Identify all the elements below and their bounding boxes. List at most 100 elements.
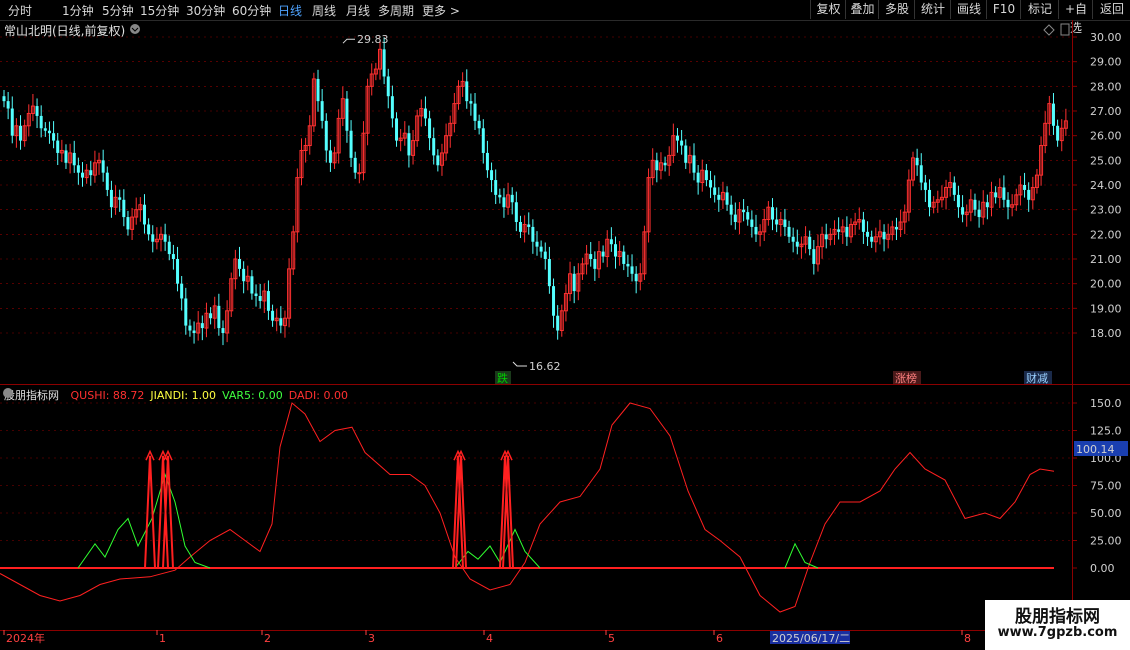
candle-body-down [266,291,270,311]
candle-body-down [428,118,432,139]
candle-body-down [432,138,436,156]
price-tick-label: 24.00 [1090,179,1122,192]
candle-body-down [510,194,514,203]
candle-body-down [221,328,225,333]
panel-icon [1060,23,1070,36]
watermark-line1: 股朋指标网 [1015,607,1100,627]
signal-label: 跌 [497,371,508,385]
candle-body-down [19,125,23,141]
candle-body-down [634,273,638,282]
candle-body-down [866,231,870,237]
candle-body-down [609,239,613,245]
candle-body-down [353,157,357,173]
candle-body-down [167,241,171,255]
qushi-line [0,402,1055,613]
candle-body-down [952,182,956,195]
candle-body-down [324,120,328,151]
candle-body-down [56,140,60,153]
indicator-tick-label: 50.00 [1090,507,1122,520]
price-tick-label: 26.00 [1090,130,1122,143]
candle-body-down [1027,189,1031,200]
candle-body-down [680,140,684,146]
candle-body-down [531,226,535,242]
candle-body-down [787,226,791,237]
price-tick-label: 20.00 [1090,278,1122,291]
date-label: 2 [264,632,271,645]
indicator-tick-label: 150.0 [1090,397,1122,410]
candle-body-down [436,155,440,166]
candle-body-down [742,209,746,213]
candle-body-down [192,330,196,333]
candle-body-down [47,130,51,134]
candle-body-down [81,172,85,178]
candle-body-down [163,234,167,242]
candle-body-down [775,219,779,225]
candle-body-down [209,313,213,319]
var5-line [454,528,541,569]
candle-body-down [655,160,659,171]
signal-label: 财减 [1026,371,1048,385]
candle-body-down [217,305,221,329]
candle-body-down [928,189,932,208]
candle-body-down [465,81,469,102]
candle-body-down [614,244,618,257]
candle-body-down [76,165,80,173]
candle-body-down [704,170,708,181]
candle-body-down [733,214,737,222]
diamond-icon [1043,24,1055,36]
candle-body-down [35,106,39,116]
candle-body-down [663,162,667,166]
candle-body-down [1051,103,1055,126]
candle-body-down [837,229,841,232]
candle-body-down [977,209,981,218]
candle-body-down [812,249,816,264]
price-tick-label: 18.00 [1090,327,1122,340]
candle-body-down [894,226,898,230]
date-label: 2024年 [6,631,45,645]
candle-body-down [502,197,506,208]
watermark: 股朋指标网 www.7gpzb.com [985,600,1130,650]
candle-body-down [279,318,283,326]
candle-body-down [271,310,275,321]
price-tick-label: 22.00 [1090,228,1122,241]
candle-body-up [357,172,362,175]
candle-body-down [754,226,758,235]
candle-body-down [808,236,812,250]
candle-body-down [824,234,828,240]
candle-body-down [845,226,849,237]
indicator-tick-label: 75.00 [1090,480,1122,493]
candle-body-down [180,283,184,299]
indicator-tick-label: 125.0 [1090,425,1122,438]
candle-body-down [485,152,489,171]
candle-body-down [750,219,754,227]
candle-body-down [473,103,477,121]
candle-body-down [593,259,597,269]
candle-body-down [126,217,130,230]
var5-line [77,472,211,569]
candle-body-down [184,298,188,326]
candle-body-down [142,204,146,225]
price-tick-label: 21.00 [1090,253,1122,266]
candle-body-down [39,115,43,129]
candle-body-down [200,323,204,329]
candle-body-down [518,222,522,232]
candle-body-down [630,266,634,274]
candle-body-down [601,251,605,257]
candle-body-down [151,234,155,242]
candle-body-down [675,135,679,141]
price-tick-label: 25.00 [1090,154,1122,167]
date-label: 6 [716,632,723,645]
low-marker [512,361,527,367]
candle-body-down [547,259,551,287]
candle-body-down [684,145,688,163]
candle-body-down [349,130,353,158]
candle-body-down [89,170,93,176]
candle-body-down [539,246,543,252]
current-value-label: 100.14 [1076,443,1115,456]
candle-body-down [10,108,14,136]
candle-body-down [1023,185,1027,190]
candle-body-down [258,296,262,301]
price-tick-label: 30.00 [1090,31,1122,44]
candle-body-down [498,194,502,198]
high-label: 29.83 [357,33,389,46]
